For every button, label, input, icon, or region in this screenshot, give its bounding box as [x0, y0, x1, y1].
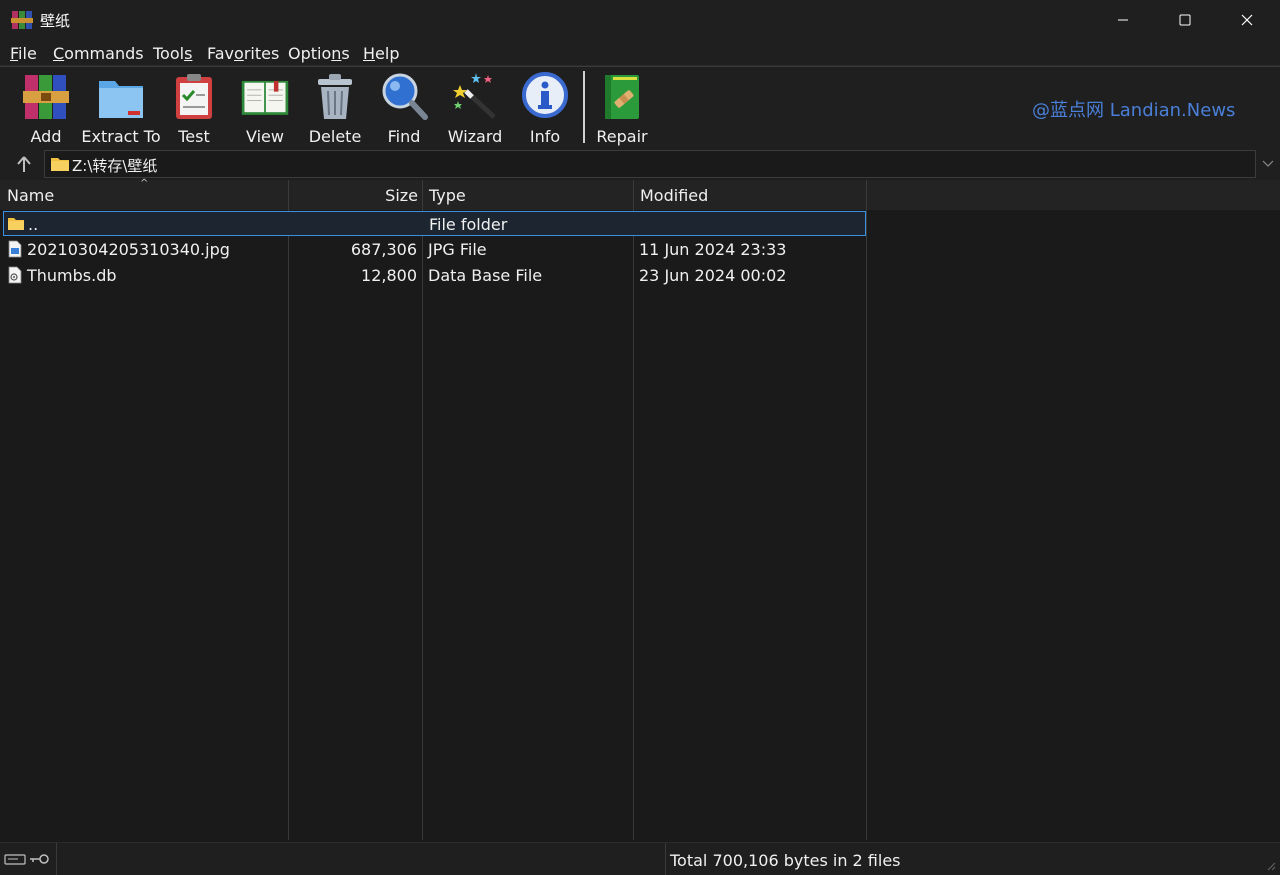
- column-header: ^ Name Size Type Modified: [0, 178, 1280, 210]
- file-size: 12,800: [361, 266, 417, 285]
- status-divider: [56, 843, 57, 875]
- maximize-button[interactable]: [1154, 0, 1216, 40]
- column-modified[interactable]: Modified: [634, 180, 867, 210]
- sort-ascending-icon: ^: [140, 178, 149, 189]
- file-name: Thumbs.db: [27, 266, 117, 285]
- database-file-icon: [8, 266, 22, 284]
- status-text: Total 700,106 bytes in 2 files: [670, 851, 901, 870]
- wizard-button[interactable]: Wizard: [448, 71, 502, 147]
- minimize-icon: [1118, 19, 1128, 21]
- file-type: JPG File: [428, 240, 487, 259]
- close-button[interactable]: [1216, 0, 1278, 40]
- column-divider: [288, 210, 289, 840]
- table-row[interactable]: 20210304205310340.jpg 687,306 JPG File 1…: [3, 237, 866, 262]
- key-icon[interactable]: [28, 852, 50, 866]
- magic-wand-icon: [453, 73, 496, 119]
- column-type[interactable]: Type: [423, 180, 634, 210]
- info-icon: [522, 72, 568, 118]
- menu-commands[interactable]: Commands: [53, 44, 144, 63]
- column-size[interactable]: Size: [289, 180, 423, 210]
- maximize-icon: [1179, 14, 1191, 26]
- title-bar: 壁纸: [0, 0, 1280, 40]
- magnifier-icon: [382, 73, 428, 120]
- folder-icon: [8, 218, 24, 230]
- column-divider: [866, 210, 867, 840]
- view-button[interactable]: View: [237, 71, 293, 147]
- trash-icon: [318, 74, 352, 119]
- file-name: 20210304205310340.jpg: [27, 240, 230, 259]
- column-divider: [633, 210, 634, 840]
- path-text: Z:\转存\壁纸: [72, 157, 158, 175]
- table-row[interactable]: Thumbs.db 12,800 Data Base File 23 Jun 2…: [3, 263, 866, 288]
- first-aid-book-icon: [605, 75, 639, 119]
- path-dropdown-button[interactable]: [1258, 154, 1278, 174]
- menu-favorites[interactable]: Favorites: [207, 44, 279, 63]
- close-icon: [1241, 14, 1253, 26]
- image-file-icon: [8, 240, 22, 258]
- menu-options[interactable]: Options: [288, 44, 350, 63]
- clipboard-check-icon: [176, 74, 212, 119]
- repair-button[interactable]: Repair: [596, 71, 648, 147]
- status-divider: [665, 843, 666, 875]
- delete-button[interactable]: Delete: [309, 71, 361, 147]
- find-button[interactable]: Find: [379, 71, 429, 147]
- path-field[interactable]: Z:\转存\壁纸: [44, 150, 1256, 178]
- file-list: ^ Name Size Type Modified .. File folder…: [0, 178, 1280, 840]
- file-size: 687,306: [350, 240, 417, 259]
- toolbar: Add Extract To Test View Delete Find Wiz…: [0, 66, 1280, 148]
- minimize-button[interactable]: [1092, 0, 1154, 40]
- toolbar-separator: [583, 71, 585, 143]
- file-type: File folder: [429, 215, 508, 234]
- chevron-down-icon: [1262, 160, 1274, 167]
- column-divider: [422, 210, 423, 840]
- up-folder-button[interactable]: [10, 152, 38, 176]
- file-modified: 23 Jun 2024 00:02: [639, 266, 787, 285]
- window-title: 壁纸: [40, 12, 71, 30]
- watermark: @蓝点网 Landian.News: [1032, 100, 1236, 121]
- table-row[interactable]: .. File folder: [3, 211, 866, 236]
- address-bar: Z:\转存\壁纸: [0, 148, 1280, 180]
- menu-help[interactable]: Help: [363, 44, 399, 63]
- menu-tools[interactable]: Tools: [153, 44, 192, 63]
- status-bar: Total 700,106 bytes in 2 files: [0, 842, 1280, 875]
- file-name: ..: [28, 215, 39, 234]
- menu-file[interactable]: File: [10, 44, 37, 63]
- book-view-icon: [241, 80, 289, 115]
- add-button[interactable]: Add: [21, 71, 71, 147]
- folder-extract-icon: [99, 81, 143, 118]
- extract-to-button[interactable]: Extract To: [81, 71, 161, 147]
- winrar-app-icon: [11, 11, 33, 29]
- archive-add-icon: [23, 75, 69, 119]
- file-type: Data Base File: [428, 266, 543, 285]
- info-button[interactable]: Info: [520, 71, 570, 147]
- drive-icon[interactable]: [4, 852, 26, 866]
- test-button[interactable]: Test: [169, 71, 219, 147]
- column-name[interactable]: ^ Name: [0, 178, 289, 210]
- status-icons: [4, 852, 50, 866]
- file-modified: 11 Jun 2024 23:33: [639, 240, 787, 259]
- arrow-up-icon: [17, 156, 31, 172]
- folder-icon: [51, 158, 69, 171]
- resize-grip-icon[interactable]: [1264, 859, 1276, 871]
- menu-bar: File Commands Tools Favorites Options He…: [0, 40, 1280, 66]
